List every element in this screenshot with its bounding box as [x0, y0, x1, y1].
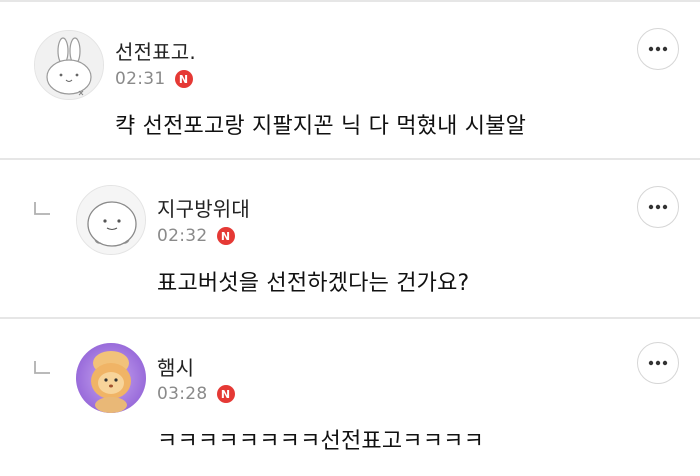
- more-options-button[interactable]: [637, 342, 679, 384]
- reply-author[interactable]: 햄시: [157, 352, 194, 381]
- avatar-blob[interactable]: [76, 185, 146, 255]
- reply-arrow-icon: [33, 201, 51, 221]
- reply-meta: 02:32 N: [157, 225, 235, 247]
- comment-text: 캭 선전포고랑 지팔지꼰 닉 다 먹혔내 시불알: [115, 114, 527, 139]
- reply-text: ㅋㅋㅋㅋㅋㅋㅋㅋ선전표고ㅋㅋㅋㅋ: [157, 429, 485, 454]
- comment-meta: 02:31 N: [115, 68, 193, 90]
- comment-item: 선전표고. 02:31 N 캭 선전포고랑 지팔지꼰 닉 다 먹혔내 시불알: [0, 2, 700, 158]
- comment-time: 02:31: [115, 69, 166, 89]
- comment-author[interactable]: 선전표고.: [115, 36, 196, 65]
- reply-item: 햄시 03:28 N ㅋㅋㅋㅋㅋㅋㅋㅋ선전표고ㅋㅋㅋㅋ: [0, 319, 700, 476]
- avatar-photo[interactable]: [76, 343, 146, 413]
- photo-avatar-icon: [76, 343, 146, 413]
- more-options-icon: [648, 46, 668, 52]
- reply-text: 표고버섯을 선전하겠다는 건가요?: [157, 271, 470, 296]
- reply-meta: 03:28 N: [157, 383, 235, 405]
- new-badge: N: [174, 70, 193, 88]
- more-options-button[interactable]: [637, 28, 679, 70]
- new-badge: N: [216, 227, 235, 245]
- reply-arrow-icon: [33, 360, 51, 380]
- reply-time: 03:28: [157, 384, 208, 404]
- blob-avatar-icon: [77, 186, 145, 254]
- reply-item: 지구방위대 02:32 N 표고버섯을 선전하겠다는 건가요?: [0, 160, 700, 317]
- rabbit-avatar-icon: [35, 31, 103, 99]
- avatar-rabbit[interactable]: [34, 30, 104, 100]
- reply-author[interactable]: 지구방위대: [157, 193, 250, 222]
- more-options-icon: [648, 360, 668, 366]
- more-options-icon: [648, 204, 668, 210]
- more-options-button[interactable]: [637, 186, 679, 228]
- new-badge: N: [216, 385, 235, 403]
- reply-time: 02:32: [157, 226, 208, 246]
